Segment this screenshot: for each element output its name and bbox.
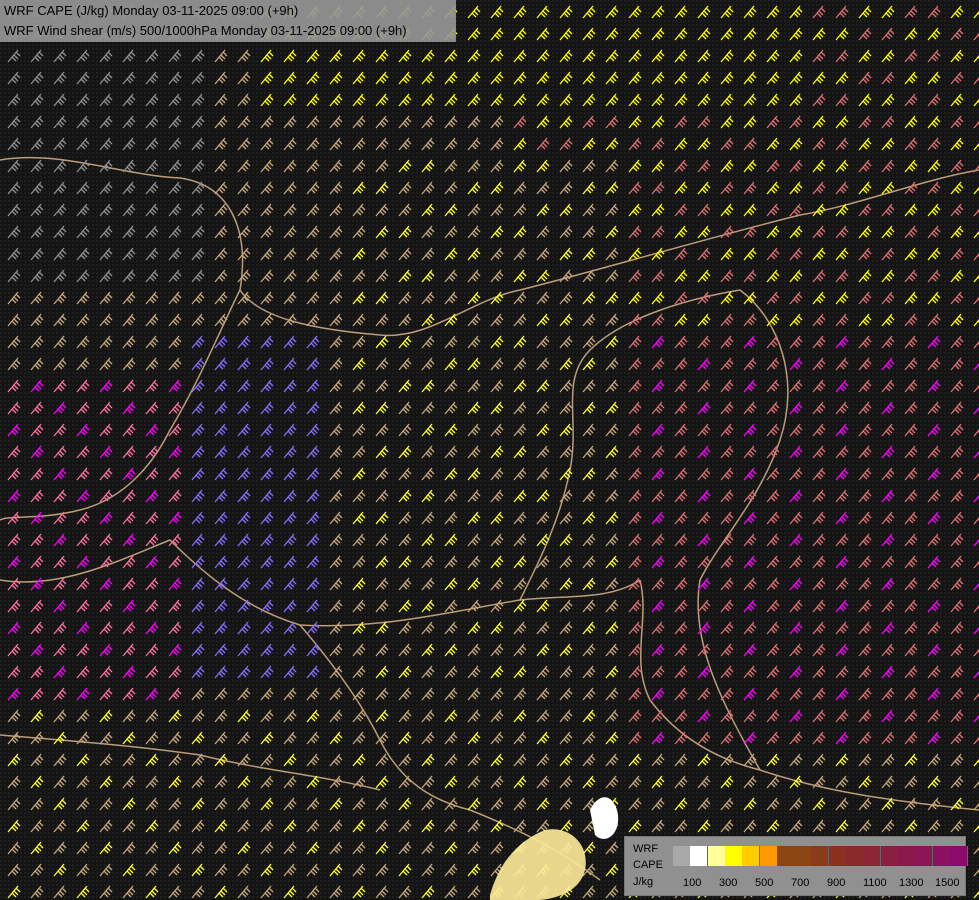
legend-unit-label: J/kg xyxy=(633,876,654,888)
legend-swatch xyxy=(828,846,847,866)
legend-swatch xyxy=(880,846,899,866)
legend-tick-label: 1500 xyxy=(935,877,960,889)
legend-tick-label: 1300 xyxy=(899,877,924,889)
legend-swatch xyxy=(673,846,691,866)
legend-swatch xyxy=(846,846,864,866)
legend-swatch xyxy=(915,846,934,866)
title-wind-shear: WRF Wind shear (m/s) 500/1000hPa Monday … xyxy=(4,23,407,38)
legend-swatch xyxy=(932,846,951,866)
legend-swatch xyxy=(811,846,830,866)
legend-model-label: WRF xyxy=(633,843,659,855)
legend-tick-label: 300 xyxy=(719,877,738,889)
legend-var-label: CAPE xyxy=(633,859,663,871)
title-box: WRF CAPE (J/kg) Monday 03-11-2025 09:00 … xyxy=(0,0,456,42)
legend-swatch xyxy=(759,846,778,866)
weather-map xyxy=(0,0,979,900)
legend-swatch xyxy=(724,846,743,866)
legend-swatch xyxy=(707,846,726,866)
legend-swatch xyxy=(776,846,795,866)
legend-swatch xyxy=(897,846,916,866)
legend-swatch xyxy=(863,846,882,866)
legend-swatch xyxy=(690,846,709,866)
legend-tick-label: 500 xyxy=(755,877,774,889)
title-cape: WRF CAPE (J/kg) Monday 03-11-2025 09:00 … xyxy=(4,3,299,18)
legend-tick-label: 900 xyxy=(827,877,846,889)
legend-swatch xyxy=(742,846,761,866)
legend-tick-label: 700 xyxy=(791,877,810,889)
legend-swatch xyxy=(949,846,968,866)
legend-tick-label: 100 xyxy=(683,877,702,889)
legend-tick-label: 1100 xyxy=(863,877,887,889)
legend-swatch xyxy=(794,846,813,866)
cape-legend: WRF CAPE J/kg 100 300 500 700 900 1100 1300 150… xyxy=(624,836,968,896)
